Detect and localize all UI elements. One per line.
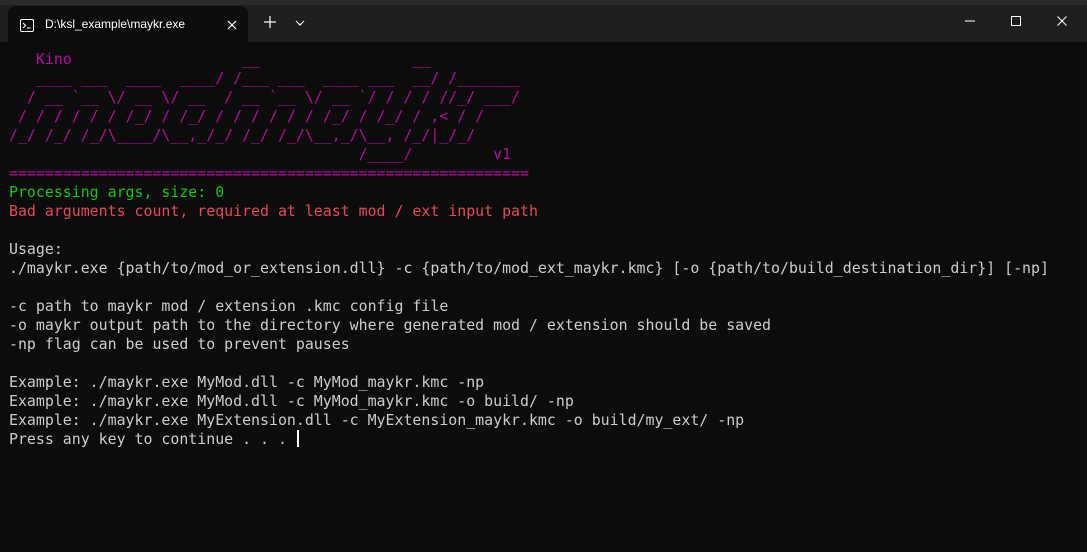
example-line: Example: ./maykr.exe MyMod.dll -c MyMod_… (9, 392, 574, 410)
option-line: -o maykr output path to the directory wh… (9, 316, 772, 334)
prompt-line: Press any key to continue . . . (9, 430, 1079, 449)
terminal-window: D:\ksl_example\maykr.exe Kino __ __ ____… (0, 0, 1087, 552)
close-button[interactable] (1039, 0, 1085, 42)
minimize-button[interactable] (947, 0, 993, 42)
terminal-output[interactable]: Kino __ __ ____ ___ ____ ____/ /___ ___ … (9, 50, 1079, 550)
option-line: -c path to maykr mod / extension .kmc co… (9, 297, 449, 315)
banner-line: / __ `__ \/ __ \/ __ / __ `__ \/ __ `/ /… (9, 88, 521, 106)
option-line: -np flag can be used to prevent pauses (9, 335, 350, 353)
banner-line: / / / / / / /_/ / /_/ / / / / / / /_/ / … (9, 107, 485, 125)
banner-separator: ========================================… (9, 164, 529, 182)
banner-line: ____ ___ ____ ____/ /___ ___ ____ ___ __… (9, 69, 521, 87)
example-line: Example: ./maykr.exe MyMod.dll -c MyMod_… (9, 373, 485, 391)
tab-active[interactable]: D:\ksl_example\maykr.exe (8, 6, 248, 42)
example-line: Example: ./maykr.exe MyExtension.dll -c … (9, 411, 745, 429)
banner-line: /____/ v1 (9, 145, 512, 163)
new-tab-plus-icon[interactable] (262, 14, 278, 30)
status-line: Processing args, size: 0 (9, 183, 225, 201)
usage-title: Usage: (9, 240, 63, 258)
prompt-text: Press any key to continue . . . (9, 430, 296, 448)
title-bar: D:\ksl_example\maykr.exe (0, 0, 1087, 42)
title-bar-strip (0, 0, 1087, 5)
banner-line: Kino __ __ (9, 50, 431, 68)
banner-line: /_/ /_/ /_/\____/\__,_/_/ /_/ /_/\__,_/\… (9, 126, 476, 144)
close-icon (1057, 16, 1067, 26)
tab-close-icon[interactable] (225, 17, 239, 31)
chevron-down-icon[interactable] (292, 15, 308, 29)
terminal-icon (20, 17, 34, 32)
usage-command: ./maykr.exe {path/to/mod_or_extension.dl… (9, 259, 1049, 277)
error-line: Bad arguments count, required at least m… (9, 202, 538, 220)
tab-title: D:\ksl_example\maykr.exe (45, 17, 186, 31)
text-cursor (296, 430, 299, 447)
maximize-button[interactable] (993, 0, 1039, 42)
maximize-icon (1011, 16, 1021, 26)
minimize-icon (965, 20, 975, 22)
